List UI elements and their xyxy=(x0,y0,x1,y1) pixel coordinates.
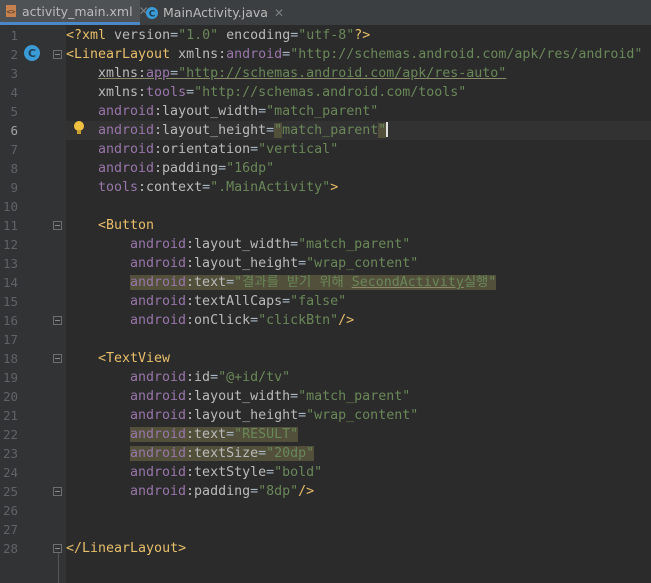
code-line-6: android:layout_height="match_parent" xyxy=(98,122,389,138)
code-line-21: android:layout_height="wrap_content" xyxy=(130,408,419,423)
code-line-22: android:text="RESULT" xyxy=(130,427,299,442)
code-line-15: android:textAllCaps="false" xyxy=(130,294,347,309)
line-number: 26 xyxy=(2,503,18,518)
xml-file-icon: <> xyxy=(4,4,18,18)
tab-label: activity_main.xml xyxy=(22,3,133,19)
line-number: 6 xyxy=(10,123,18,138)
line-number: 1 xyxy=(10,28,18,43)
svg-text:C: C xyxy=(149,9,156,19)
tab-activity-main-xml[interactable]: <> activity_main.xml ✕ xyxy=(0,0,149,25)
line-number: 21 xyxy=(2,408,18,423)
code-line-28: </LinearLayout> xyxy=(66,541,187,556)
code-line-25: android:padding="8dp"/> xyxy=(130,484,315,499)
code-line-4: xmlns:tools="http://schemas.android.com/… xyxy=(98,85,467,100)
java-class-icon: C xyxy=(145,6,159,20)
line-number: 2 xyxy=(10,47,18,62)
code-line-1: <?xml version="1.0" encoding="utf-8"?> xyxy=(66,28,371,43)
code-line-11: <Button xyxy=(98,218,155,233)
code-line-19: android:id="@+id/tv" xyxy=(130,370,291,385)
line-number: 17 xyxy=(2,332,18,347)
line-number: 28 xyxy=(2,541,18,556)
fold-toggle-icon[interactable] xyxy=(53,487,62,496)
line-number: 15 xyxy=(2,294,18,309)
fold-toggle-icon[interactable] xyxy=(53,316,62,325)
close-icon[interactable]: ✕ xyxy=(274,6,284,20)
line-number: 3 xyxy=(10,66,18,81)
line-number: 16 xyxy=(2,313,18,328)
line-number: 14 xyxy=(2,275,18,290)
class-implementation-icon[interactable]: C xyxy=(24,45,40,61)
code-line-23: android:textSize="20dp" xyxy=(130,446,315,461)
line-number: 19 xyxy=(2,370,18,385)
text-caret xyxy=(386,122,389,137)
fold-toggle-icon[interactable] xyxy=(53,544,62,553)
code-line-3: xmlns:app="http://schemas.android.com/ap… xyxy=(98,66,507,81)
line-number: 11 xyxy=(2,218,18,233)
line-number: 24 xyxy=(2,465,18,480)
code-line-2: <LinearLayout xmlns:android="http://sche… xyxy=(66,47,643,62)
fold-toggle-icon[interactable] xyxy=(53,50,62,59)
code-line-13: android:layout_height="wrap_content" xyxy=(130,256,419,271)
line-number: 10 xyxy=(2,199,18,214)
lightbulb-icon[interactable] xyxy=(73,120,85,136)
fold-toggle-icon[interactable] xyxy=(53,221,62,230)
code-line-8: android:padding="16dp" xyxy=(98,161,275,176)
line-number: 20 xyxy=(2,389,18,404)
line-number: 23 xyxy=(2,446,18,461)
line-number: 7 xyxy=(10,142,18,157)
line-number: 12 xyxy=(2,237,18,252)
code-line-7: android:orientation="vertical" xyxy=(98,142,339,157)
svg-text:<>: <> xyxy=(7,8,15,16)
line-number: 25 xyxy=(2,484,18,499)
code-line-16: android:onClick="clickBtn"/> xyxy=(130,313,355,328)
code-line-9: tools:context=".MainActivity"> xyxy=(98,180,339,195)
line-number: 9 xyxy=(10,180,18,195)
line-number: 5 xyxy=(10,104,18,119)
line-number: 4 xyxy=(10,85,18,100)
fold-toggle-icon[interactable] xyxy=(53,354,62,363)
code-line-18: <TextView xyxy=(98,351,171,366)
editor-tab-bar: <> activity_main.xml ✕ C MainActivity.ja… xyxy=(0,0,651,26)
line-number: 8 xyxy=(10,161,18,176)
code-line-20: android:layout_width="match_parent" xyxy=(130,389,411,404)
line-number: 18 xyxy=(2,351,18,366)
tab-label: MainActivity.java xyxy=(163,5,268,20)
code-line-5: android:layout_width="match_parent" xyxy=(98,104,379,119)
code-line-24: android:textStyle="bold" xyxy=(130,465,323,480)
code-line-14: android:text="결과를 받기 위해 SecondActivity실행… xyxy=(130,275,497,290)
line-number: 13 xyxy=(2,256,18,271)
tab-main-activity-java[interactable]: C MainActivity.java ✕ xyxy=(141,0,284,25)
line-number: 22 xyxy=(2,427,18,442)
line-number: 27 xyxy=(2,522,18,537)
code-line-12: android:layout_width="match_parent" xyxy=(130,237,411,252)
